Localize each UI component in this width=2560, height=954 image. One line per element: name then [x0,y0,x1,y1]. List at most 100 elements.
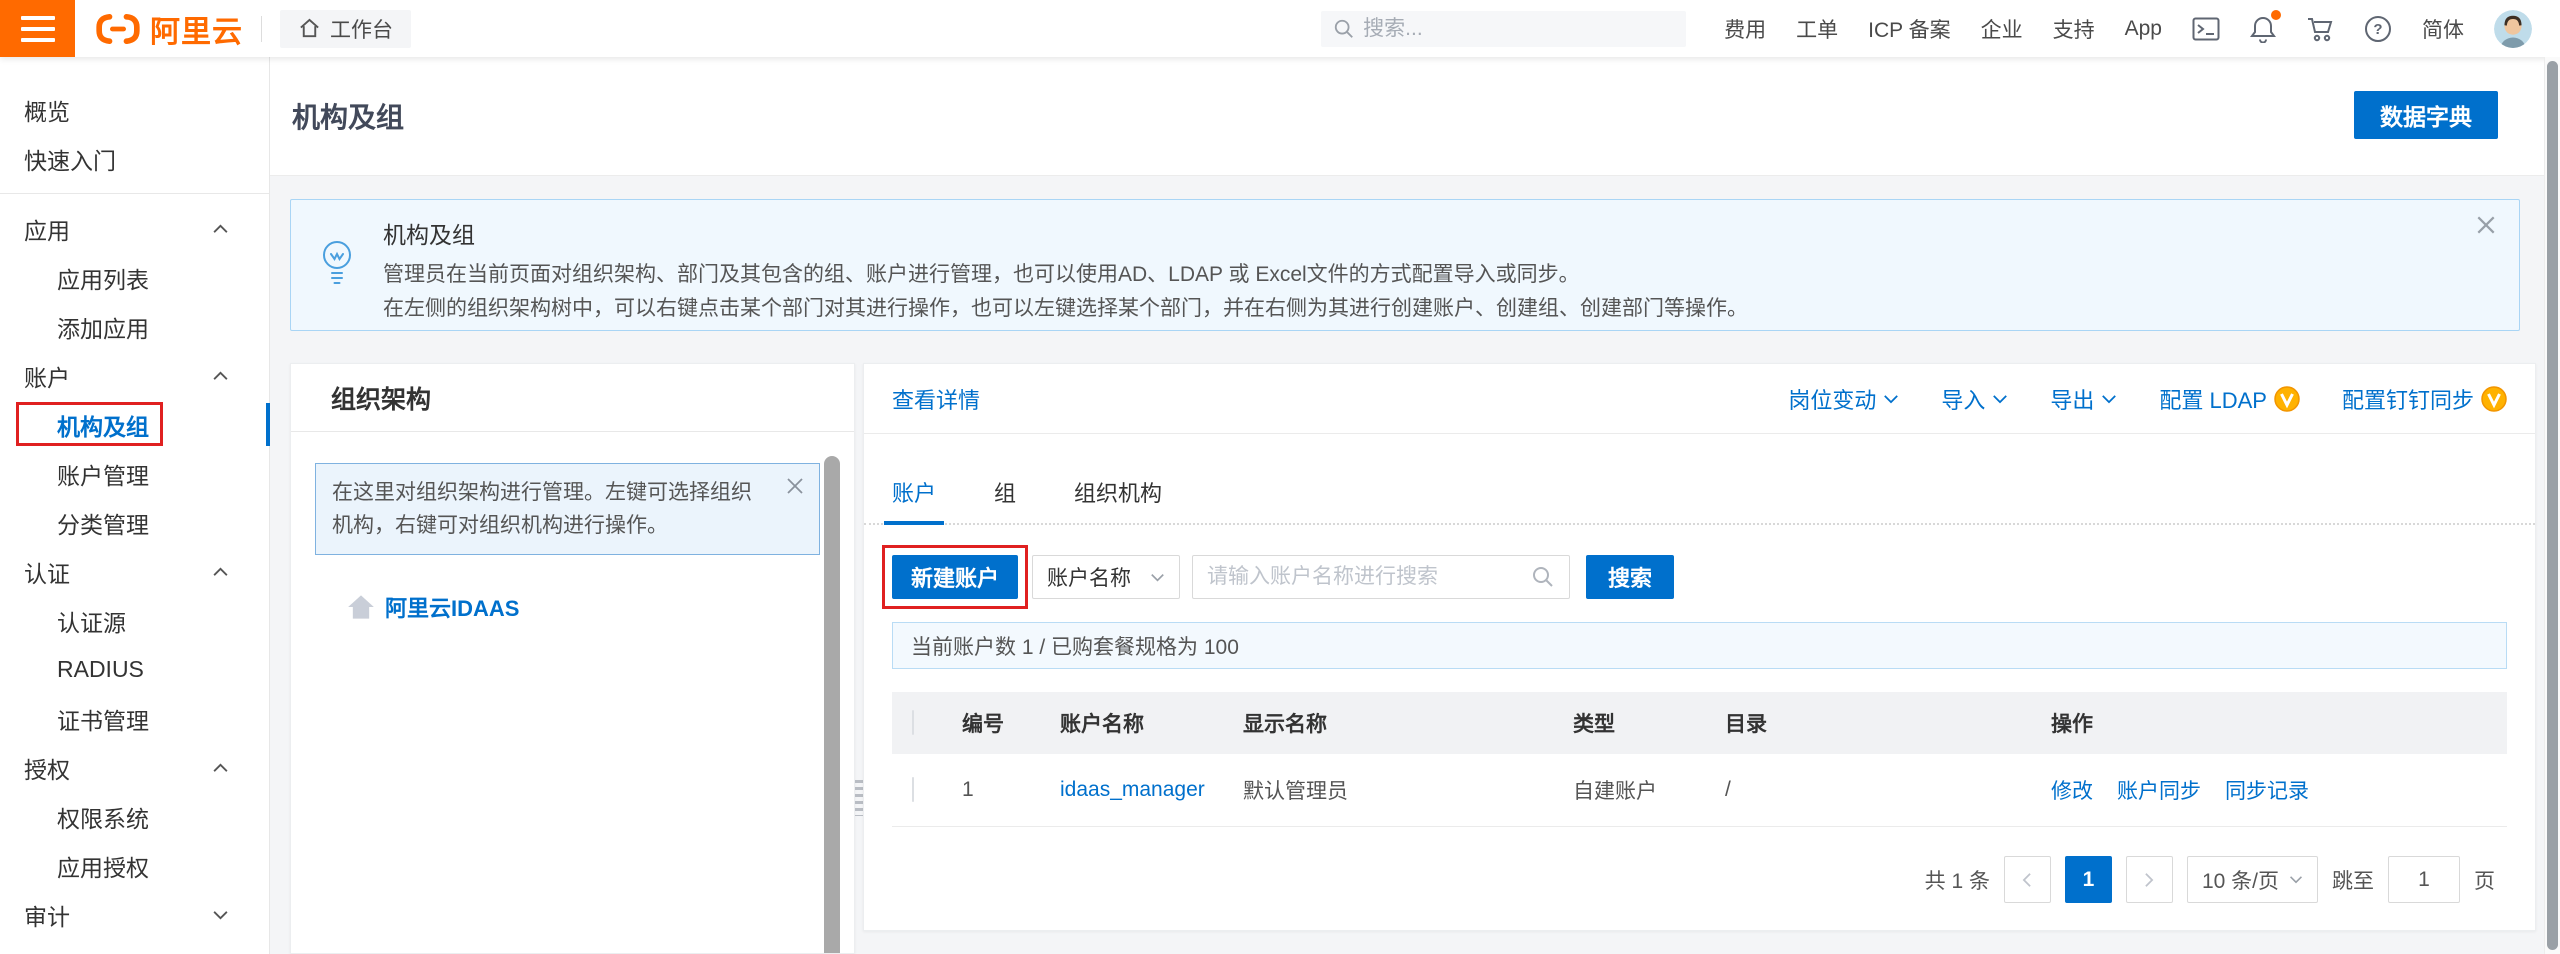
menu-billing[interactable]: 费用 [1724,14,1766,44]
sidebar-group-audit[interactable]: 审计 [0,890,269,939]
jump-page-input[interactable] [2388,856,2460,903]
sidebar-group-applications[interactable]: 应用 [0,204,269,253]
sidebar-group-authorization[interactable]: 授权 [0,743,269,792]
sidebar-item-permission-system[interactable]: 权限系统 [0,792,269,841]
filter-field-select[interactable]: 账户名称 [1032,555,1180,599]
topbar-right: 费用 工单 ICP 备案 企业 支持 App ? 简体 [1321,10,2560,48]
sidebar-item-quickstart[interactable]: 快速入门 [0,134,269,183]
content-panels: 组织架构 在这里对组织架构进行管理。左键可选择组织机构，右键可对组织机构进行操作… [290,363,2536,954]
page-size-value: 10 条/页 [2202,865,2279,895]
chevron-down-icon [212,910,229,920]
banner-line-1: 管理员在当前页面对组织架构、部门及其包含的组、账户进行管理，也可以使用AD、LD… [383,258,2519,292]
menu-support[interactable]: 支持 [2053,14,2095,44]
logo-text: 阿里云 [150,7,243,51]
view-detail-link[interactable]: 查看详情 [892,383,980,415]
cell-no: 1 [962,778,1060,802]
cell-display: 默认管理员 [1243,775,1573,805]
sidebar-item-add-app[interactable]: 添加应用 [0,302,269,351]
close-icon[interactable] [785,476,805,496]
sidebar-item-app-authorization[interactable]: 应用授权 [0,841,269,890]
notification-dot [2271,10,2281,20]
org-tree-root-node[interactable]: 阿里云IDAAS [347,591,854,623]
position-change-dropdown[interactable]: 岗位变动 [1788,383,1899,415]
data-dictionary-button[interactable]: 数据字典 [2354,91,2498,139]
detail-tabs: 账户 组 组织机构 [864,476,2535,525]
language-switch[interactable]: 简体 [2422,14,2464,44]
home-filled-icon [347,594,375,620]
sidebar: 概览 快速入门 应用 应用列表 添加应用 账户 机构及组 账户管理 分类管理 认… [0,57,270,954]
svg-text:?: ? [2373,21,2382,38]
select-all-checkbox[interactable] [912,710,914,735]
workbench-label: 工作台 [330,14,393,44]
tab-groups[interactable]: 组 [994,476,1016,523]
topbar-divider [261,16,262,42]
chevron-down-icon [1150,573,1165,582]
sidebar-item-radius[interactable]: RADIUS [0,645,269,694]
panel-scrollbar-thumb[interactable] [824,456,840,953]
home-icon [298,17,321,40]
configure-dingtalk-sync-link[interactable]: 配置钉钉同步 [2342,383,2507,415]
menu-enterprise[interactable]: 企业 [1981,14,2023,44]
lightbulb-icon [291,200,383,330]
pagination: 共 1 条 1 10 条/页 跳至 页 [1925,856,2495,903]
accounts-table: 编号 账户名称 显示名称 类型 目录 操作 1 idaas_manager 默认… [892,692,2507,827]
window-scrollbar-thumb[interactable] [2547,61,2558,950]
chevron-right-icon [2144,872,2154,888]
chevron-up-icon [212,224,229,234]
search-button[interactable]: 搜索 [1586,555,1674,599]
sidebar-item-app-list[interactable]: 应用列表 [0,253,269,302]
configure-ldap-link[interactable]: 配置 LDAP [2159,383,2300,415]
prev-page-button[interactable] [2004,856,2051,903]
sidebar-item-cert-mgmt[interactable]: 证书管理 [0,694,269,743]
menu-tickets[interactable]: 工单 [1796,14,1838,44]
console-terminal-icon[interactable] [2192,17,2220,41]
vip-badge-icon [2481,386,2507,412]
export-dropdown[interactable]: 导出 [2050,383,2117,415]
row-checkbox[interactable] [912,777,914,802]
page-number-button[interactable]: 1 [2065,856,2112,903]
banner-line-2: 在左侧的组织架构树中，可以右键点击某个部门对其进行操作，也可以左键选择某个部门，… [383,292,2519,326]
new-account-button[interactable]: 新建账户 [892,555,1018,599]
aliyun-logo[interactable]: 阿里云 [95,7,243,51]
account-search-box [1192,555,1570,599]
tab-org-structure[interactable]: 组织机构 [1074,476,1162,523]
sidebar-item-overview[interactable]: 概览 [0,85,269,134]
search-icon [1333,18,1355,40]
op-account-sync-link[interactable]: 账户同步 [2117,775,2201,805]
menu-app[interactable]: App [2125,17,2162,41]
op-sync-record-link[interactable]: 同步记录 [2225,775,2309,805]
next-page-button[interactable] [2126,856,2173,903]
page-unit-label: 页 [2474,865,2495,895]
info-banner: 机构及组 管理员在当前页面对组织架构、部门及其包含的组、账户进行管理，也可以使用… [290,199,2520,331]
quota-notice: 当前账户数 1 / 已购套餐规格为 100 [892,622,2507,669]
notification-bell-icon[interactable] [2250,15,2276,43]
col-header-dir: 目录 [1725,708,2051,738]
menu-icp[interactable]: ICP 备案 [1868,14,1950,44]
top-bar: 阿里云 工作台 费用 工单 ICP 备案 企业 支持 App [0,0,2560,57]
help-icon[interactable]: ? [2364,15,2392,43]
sidebar-item-auth-source[interactable]: 认证源 [0,596,269,645]
sidebar-group-authentication[interactable]: 认证 [0,547,269,596]
workbench-button[interactable]: 工作台 [280,10,411,48]
close-icon[interactable] [2475,214,2497,236]
sidebar-item-category-mgmt[interactable]: 分类管理 [0,498,269,547]
account-search-input[interactable] [1207,565,1531,589]
import-dropdown[interactable]: 导入 [1941,383,2008,415]
sidebar-group-accounts[interactable]: 账户 [0,351,269,400]
user-avatar[interactable] [2494,10,2532,48]
cell-account-link[interactable]: idaas_manager [1060,778,1243,802]
jump-to-label: 跳至 [2332,865,2374,895]
chevron-up-icon [212,763,229,773]
col-header-ops: 操作 [2051,708,2507,738]
page-size-select[interactable]: 10 条/页 [2187,856,2318,903]
cell-type: 自建账户 [1573,775,1725,805]
global-search[interactable] [1321,11,1686,47]
sidebar-item-account-mgmt[interactable]: 账户管理 [0,449,269,498]
tab-accounts[interactable]: 账户 [892,476,936,523]
global-search-input[interactable] [1363,17,1674,41]
splitter-grip-handle[interactable] [855,780,863,816]
cart-icon[interactable] [2306,16,2334,42]
sidebar-item-org-groups[interactable]: 机构及组 [0,400,269,449]
hamburger-menu-button[interactable] [0,0,75,57]
op-modify-link[interactable]: 修改 [2051,775,2093,805]
